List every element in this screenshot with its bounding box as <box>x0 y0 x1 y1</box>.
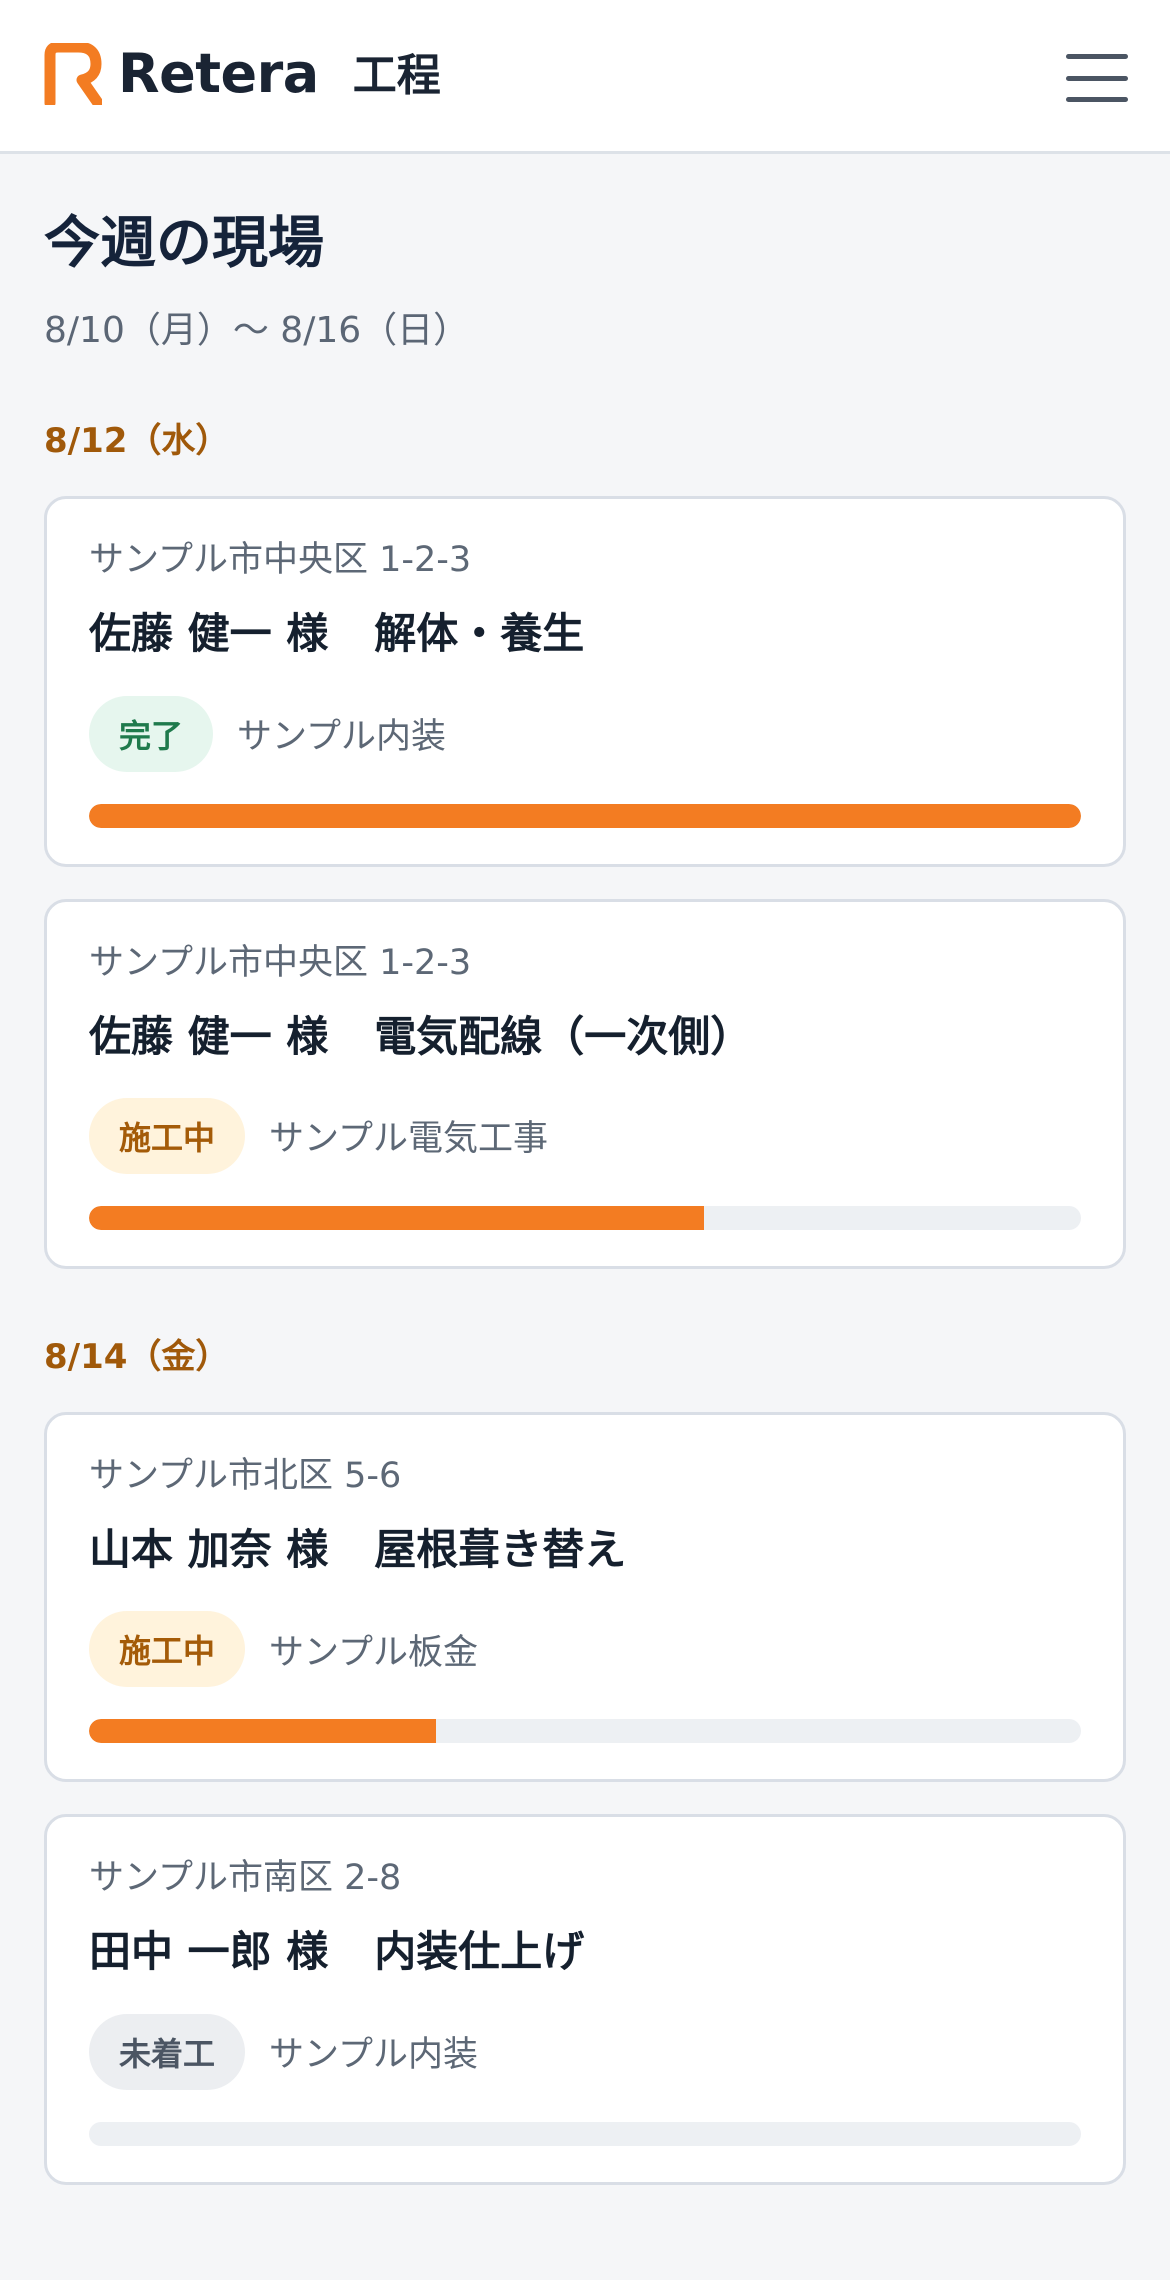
status-badge: 施工中 <box>89 1097 246 1174</box>
day-heading: 8/12（水） <box>44 421 230 462</box>
contractor-name: サンプル板金 <box>269 1632 478 1673</box>
job-title: 佐藤 健一 様電気配線（一次側） <box>89 1012 1081 1062</box>
job-meta: 完了 サンプル内装 <box>89 695 1081 772</box>
progress-bar <box>89 803 1081 828</box>
job-card[interactable]: サンプル市中央区 1-2-3 佐藤 健一 様電気配線（一次側） 施工中 サンプル… <box>44 898 1126 1269</box>
progress-bar <box>89 1205 1081 1230</box>
job-title: 田中 一郎 様内装仕上げ <box>89 1927 1081 1977</box>
menu-line <box>1066 54 1128 59</box>
week-range: 8/10（月）〜 8/16（日） <box>44 310 470 352</box>
app-header: Retera 工程 <box>0 0 1170 154</box>
client-name: 佐藤 健一 様 <box>89 609 329 659</box>
progress-bar <box>89 1719 1081 1744</box>
job-address: サンプル市南区 2-8 <box>89 1858 402 1899</box>
day-section: 8/14（金） サンプル市北区 5-6 山本 加奈 様屋根葺き替え 施工中 サン… <box>44 1329 1126 2185</box>
day-heading: 8/14（金） <box>44 1336 230 1377</box>
contractor-name: サンプル電気工事 <box>269 1119 548 1160</box>
section-title: 工程 <box>352 49 441 101</box>
job-address: サンプル市中央区 1-2-3 <box>89 942 472 983</box>
retera-logo-icon <box>44 42 102 105</box>
task-name: 内装仕上げ <box>374 1927 585 1977</box>
menu-line <box>1066 97 1128 102</box>
contractor-name: サンプル内装 <box>269 2035 478 2076</box>
job-meta: 施工中 サンプル電気工事 <box>89 1097 1081 1174</box>
job-meta: 未着工 サンプル内装 <box>89 2013 1081 2090</box>
progress-fill <box>89 1719 437 1744</box>
contractor-name: サンプル内装 <box>237 717 446 758</box>
progress-fill <box>89 1205 705 1230</box>
brand-name: Retera <box>118 42 319 105</box>
task-name: 屋根葺き替え <box>374 1524 627 1574</box>
logo[interactable]: Retera <box>44 42 319 105</box>
task-name: 解体・養生 <box>374 609 585 659</box>
main-content: 今週の現場 8/10（月）〜 8/16（日） 8/12（水） サンプル市中央区 … <box>0 210 1170 2185</box>
job-title: 佐藤 健一 様解体・養生 <box>89 609 1081 659</box>
client-name: 山本 加奈 様 <box>89 1524 329 1574</box>
status-badge: 施工中 <box>89 1611 246 1688</box>
status-badge: 未着工 <box>89 2013 246 2090</box>
hamburger-menu-icon[interactable] <box>1066 54 1128 102</box>
progress-fill <box>89 803 1081 828</box>
job-card[interactable]: サンプル市中央区 1-2-3 佐藤 健一 様解体・養生 完了 サンプル内装 <box>44 496 1126 867</box>
menu-line <box>1066 75 1128 81</box>
job-address: サンプル市北区 5-6 <box>89 1455 402 1496</box>
day-section: 8/12（水） サンプル市中央区 1-2-3 佐藤 健一 様解体・養生 完了 サ… <box>44 413 1126 1269</box>
client-name: 佐藤 健一 様 <box>89 1011 329 1061</box>
page-title: 今週の現場 <box>44 211 324 276</box>
schedule-list: 8/12（水） サンプル市中央区 1-2-3 佐藤 健一 様解体・養生 完了 サ… <box>44 413 1126 2185</box>
client-name: 田中 一郎 様 <box>89 1927 329 1977</box>
job-card[interactable]: サンプル市南区 2-8 田中 一郎 様内装仕上げ 未着工 サンプル内装 <box>44 1814 1126 2185</box>
job-title: 山本 加奈 様屋根葺き替え <box>89 1525 1081 1575</box>
progress-bar <box>89 2121 1081 2146</box>
task-name: 電気配線（一次側） <box>374 1011 753 1061</box>
status-badge: 完了 <box>89 695 214 772</box>
job-meta: 施工中 サンプル板金 <box>89 1611 1081 1688</box>
job-card[interactable]: サンプル市北区 5-6 山本 加奈 様屋根葺き替え 施工中 サンプル板金 <box>44 1411 1126 1783</box>
job-address: サンプル市中央区 1-2-3 <box>89 540 472 581</box>
